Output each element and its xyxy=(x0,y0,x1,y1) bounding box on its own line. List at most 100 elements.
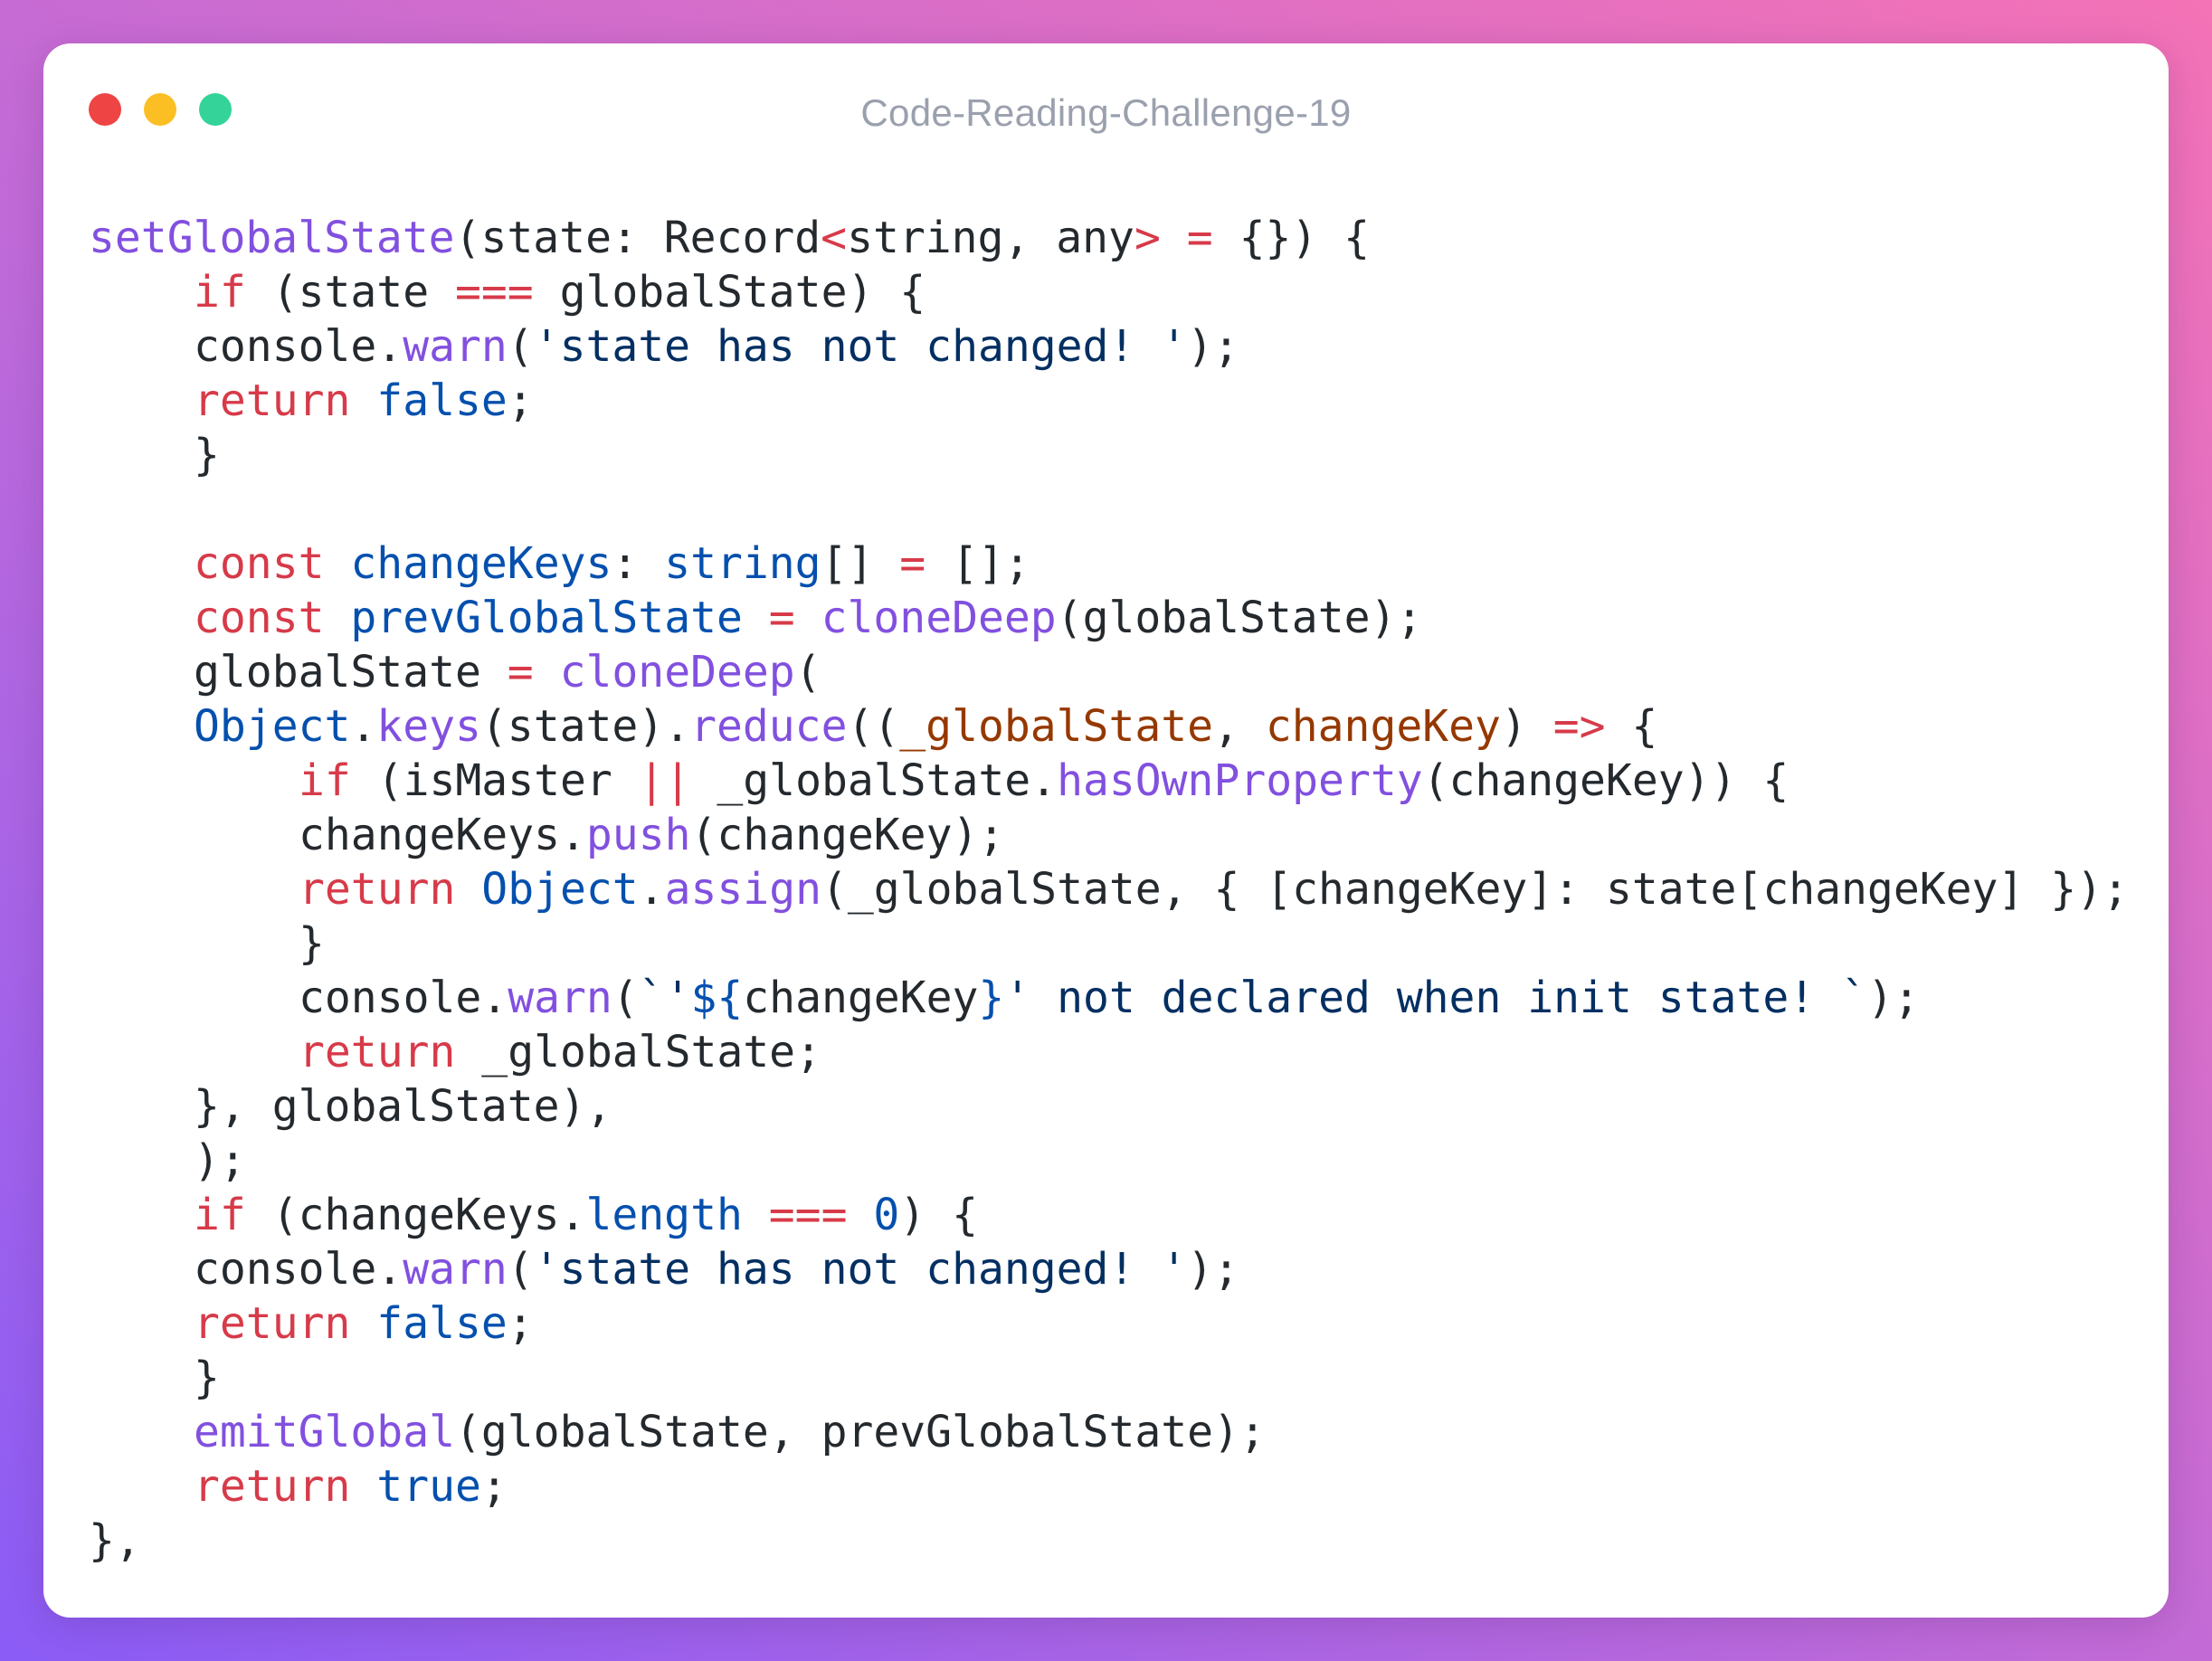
code-token-plain: changeKey xyxy=(743,973,979,1023)
code-token-identifier: Object xyxy=(194,701,351,752)
code-token-plain: ); xyxy=(1187,321,1239,372)
code-token-identifier: true xyxy=(376,1461,481,1512)
code-token-function: emitGlobal xyxy=(194,1407,455,1457)
code-token-plain: ); xyxy=(1866,973,1920,1023)
code-token-keyword: > xyxy=(1134,213,1161,263)
code-token-plain: (changeKey)) { xyxy=(1422,755,1790,806)
code-line: const changeKeys: string[] = []; xyxy=(89,536,2129,591)
code-line: return true; xyxy=(89,1459,2129,1514)
code-token-keyword: || xyxy=(638,755,691,806)
code-token-function: cloneDeep xyxy=(821,593,1057,643)
code-token-plain: [] xyxy=(821,538,900,589)
code-token-identifier: string xyxy=(664,538,821,589)
code-token-plain: ); xyxy=(1187,1244,1239,1295)
code-line: }, xyxy=(89,1514,2129,1568)
code-token-keyword: = xyxy=(899,538,926,589)
code-line: return false; xyxy=(89,374,2129,428)
code-token-function: reduce xyxy=(690,701,848,752)
code-token-plain: { xyxy=(1605,701,1658,752)
code-token-plain: (_globalState, { [changeKey]: state[chan… xyxy=(821,864,2129,915)
code-line: if (state === globalState) { xyxy=(89,265,2129,319)
code-token-plain: globalState xyxy=(194,647,508,698)
code-token-plain: ( xyxy=(612,973,639,1023)
code-token-keyword: return xyxy=(299,864,456,915)
code-line: emitGlobal(globalState, prevGlobalState)… xyxy=(89,1405,2129,1459)
code-line: } xyxy=(89,916,2129,971)
code-token-function: setGlobalState xyxy=(89,213,455,263)
code-token-plain: _globalState; xyxy=(455,1027,821,1077)
code-token-plain: . xyxy=(350,701,377,752)
code-token-function: warn xyxy=(403,1244,508,1295)
code-token-plain: ) { xyxy=(899,1190,978,1240)
code-token-plain: } xyxy=(194,1353,220,1403)
window-title: Code-Reading-Challenge-19 xyxy=(860,91,1352,134)
code-token-plain: (state: Record xyxy=(454,213,821,263)
code-token-keyword: return xyxy=(299,1027,456,1077)
code-line: } xyxy=(89,428,2129,482)
code-token-keyword: if xyxy=(194,1190,246,1240)
code-token-plain: (globalState); xyxy=(1056,593,1423,643)
code-token-plain: ; xyxy=(507,375,534,426)
code-line: Object.keys(state).reduce((_globalState,… xyxy=(89,699,2129,754)
code-line: return false; xyxy=(89,1296,2129,1351)
code-line: console.warn('state has not changed! '); xyxy=(89,319,2129,374)
code-token-plain: {}) { xyxy=(1212,213,1371,263)
code-token-plain: (state). xyxy=(480,701,691,752)
code-token-plain: } xyxy=(194,430,220,480)
code-token-keyword: = xyxy=(768,593,795,643)
code-token-keyword: const xyxy=(194,593,325,643)
code-token-plain: (globalState, prevGlobalState); xyxy=(454,1407,1266,1457)
code-line: return Object.assign(_globalState, { [ch… xyxy=(89,862,2129,916)
code-token-plain: ; xyxy=(480,1461,508,1512)
code-token-plain: ) xyxy=(1500,701,1553,752)
code-token-function: keys xyxy=(376,701,481,752)
code-token-string: 'state has not changed! ' xyxy=(533,1244,1188,1295)
code-token-plain: console. xyxy=(299,973,508,1023)
code-token-keyword: === xyxy=(454,267,534,318)
code-token-plain: ( xyxy=(794,647,821,698)
code-block: setGlobalState(state: Record<string, any… xyxy=(89,211,2129,1568)
code-line: return _globalState; xyxy=(89,1025,2129,1079)
code-token-string: ' not declared when init state! ` xyxy=(1004,973,1867,1023)
code-token-keyword: return xyxy=(194,375,351,426)
code-token-identifier: 0 xyxy=(873,1190,900,1240)
code-line: setGlobalState(state: Record<string, any… xyxy=(89,211,2129,265)
code-line: ); xyxy=(89,1134,2129,1188)
code-token-identifier: false xyxy=(376,375,508,426)
code-token-plain: (( xyxy=(847,701,900,752)
code-token-keyword: if xyxy=(299,755,351,806)
code-token-keyword: < xyxy=(821,213,848,263)
code-token-function: push xyxy=(585,810,691,860)
code-token-plain: (changeKey); xyxy=(690,810,1005,860)
code-token-identifier: false xyxy=(376,1298,508,1349)
code-token-function: cloneDeep xyxy=(559,647,795,698)
code-token-parameter: changeKey xyxy=(1265,701,1501,752)
code-window: Code-Reading-Challenge-19 setGlobalState… xyxy=(43,43,2169,1618)
code-token-keyword: return xyxy=(194,1298,351,1349)
code-token-plain: console. xyxy=(194,1244,403,1295)
code-token-keyword: if xyxy=(194,267,246,318)
code-token-function: assign xyxy=(664,864,821,915)
code-token-string: 'state has not changed! ' xyxy=(533,321,1188,372)
code-line: if (changeKeys.length === 0) { xyxy=(89,1188,2129,1242)
code-token-plain: []; xyxy=(926,538,1030,589)
code-token-keyword: = xyxy=(1186,213,1213,263)
code-token-keyword: === xyxy=(768,1190,848,1240)
code-token-plain: ( xyxy=(507,1244,534,1295)
code-token-plain: , xyxy=(1213,701,1266,752)
code-token-plain: ); xyxy=(194,1135,246,1186)
code-token-plain: changeKeys. xyxy=(299,810,586,860)
code-token-plain: globalState) { xyxy=(533,267,926,318)
code-token-plain: ; xyxy=(507,1298,534,1349)
code-token-keyword: = xyxy=(507,647,534,698)
code-token-keyword: return xyxy=(194,1461,351,1512)
code-token-plain: }, xyxy=(89,1515,141,1566)
code-token-identifier: changeKeys xyxy=(350,538,612,589)
